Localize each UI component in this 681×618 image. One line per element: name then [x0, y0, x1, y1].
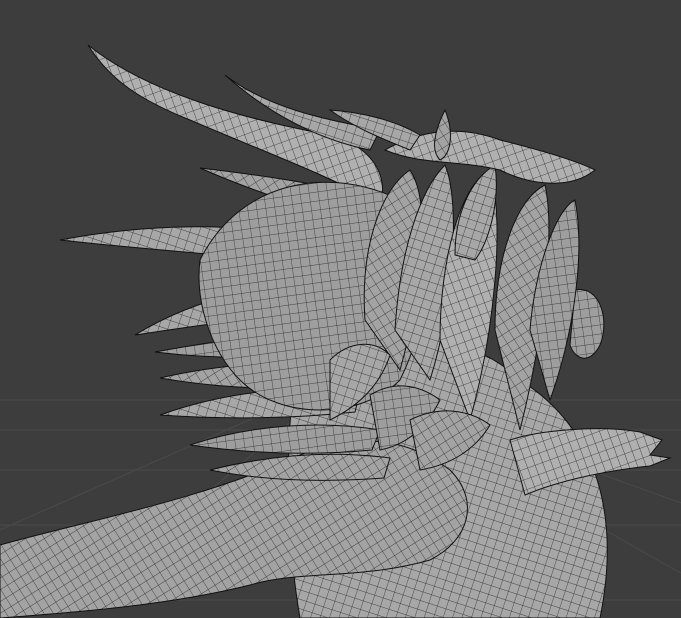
viewport-canvas[interactable] — [0, 0, 681, 618]
3d-viewport[interactable] — [0, 0, 681, 618]
